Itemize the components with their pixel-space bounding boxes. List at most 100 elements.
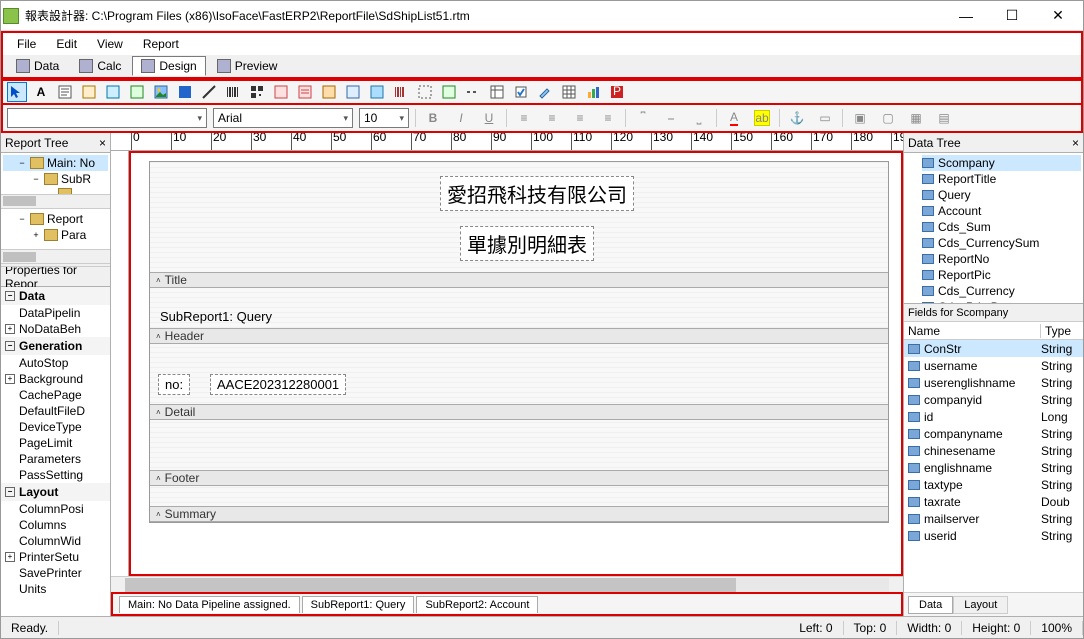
data-tree-close-icon[interactable]: × <box>1072 136 1079 150</box>
band-detail-header[interactable]: ˄Detail <box>150 404 888 420</box>
field-row[interactable]: userenglishnameString <box>904 374 1083 391</box>
dbtext-tool[interactable] <box>271 82 291 102</box>
tab-design[interactable]: Design <box>132 56 205 76</box>
dbmemo-tool[interactable] <box>295 82 315 102</box>
region-tool[interactable] <box>415 82 435 102</box>
align-center-button[interactable]: ≡ <box>541 108 563 128</box>
report-tree-lower[interactable]: −Report +Para <box>1 208 110 250</box>
field-row[interactable]: taxtypeString <box>904 476 1083 493</box>
align-justify-button[interactable]: ≡ <box>597 108 619 128</box>
band-header-header[interactable]: ˄Header <box>150 328 888 344</box>
data-tree-node[interactable]: Query <box>922 187 1081 203</box>
close-button[interactable]: ✕ <box>1035 1 1081 31</box>
data-tree[interactable]: ScompanyReportTitleQueryAccountCds_SumCd… <box>904 153 1083 303</box>
pdf-tool[interactable]: P <box>607 82 627 102</box>
subreport1-label[interactable]: SubReport1: Query <box>154 307 278 326</box>
barcode-tool[interactable] <box>223 82 243 102</box>
fontsize-combo[interactable]: 10▾ <box>359 108 409 128</box>
field-row[interactable]: mailserverString <box>904 510 1083 527</box>
highlight-button[interactable]: ab <box>751 108 773 128</box>
richtext-tool[interactable] <box>79 82 99 102</box>
tab-calc[interactable]: Calc <box>70 56 130 76</box>
fields-list[interactable]: ConStrStringusernameStringuserenglishnam… <box>904 340 1083 592</box>
band-footer-header[interactable]: ˄Footer <box>150 470 888 486</box>
font-combo[interactable]: Arial▾ <box>213 108 353 128</box>
sysvar-tool[interactable] <box>103 82 123 102</box>
field-row[interactable]: companynameString <box>904 425 1083 442</box>
subtab-main[interactable]: Main: No Data Pipeline assigned. <box>119 596 300 613</box>
paintbox-tool[interactable] <box>535 82 555 102</box>
canvas-hscroll[interactable] <box>111 576 903 592</box>
variable-tool[interactable] <box>127 82 147 102</box>
line-tool[interactable] <box>199 82 219 102</box>
design-surface[interactable]: 愛招飛科技有限公司 單據別明細表 ˄Title SubReport1: Quer… <box>129 151 903 576</box>
subtab-sr1[interactable]: SubReport1: Query <box>302 596 415 613</box>
dbbarcode-tool[interactable] <box>391 82 411 102</box>
chart-tool[interactable] <box>583 82 603 102</box>
no-label[interactable]: no: <box>158 374 190 395</box>
tab-data[interactable]: Data <box>7 56 68 76</box>
valign-middle-button[interactable]: ⎯ <box>660 108 682 128</box>
menu-edit[interactable]: Edit <box>46 35 87 53</box>
dbcalc-tool[interactable] <box>343 82 363 102</box>
field-row[interactable]: taxrateDoub <box>904 493 1083 510</box>
data-tree-node[interactable]: Cds_Sum <box>922 219 1081 235</box>
label-tool[interactable]: A <box>31 82 51 102</box>
dbimage-tool[interactable] <box>367 82 387 102</box>
valign-bottom-button[interactable]: ⎵ <box>688 108 710 128</box>
shape-tool[interactable] <box>175 82 195 102</box>
qrcode-tool[interactable] <box>247 82 267 102</box>
style-combo[interactable]: ▾ <box>7 108 207 128</box>
field-row[interactable]: useridString <box>904 527 1083 544</box>
menu-report[interactable]: Report <box>133 35 189 53</box>
report-tree[interactable]: −Main: No −SubR <box>1 153 110 194</box>
col-name[interactable]: Name <box>904 324 1041 338</box>
select-tool[interactable] <box>7 82 27 102</box>
checkbox-tool[interactable] <box>511 82 531 102</box>
report-tree-hscroll[interactable] <box>1 194 110 208</box>
band-title-header[interactable]: ˄Title <box>150 272 888 288</box>
field-row[interactable]: englishnameString <box>904 459 1083 476</box>
italic-button[interactable]: I <box>450 108 472 128</box>
valign-top-button[interactable]: ⎴ <box>632 108 654 128</box>
subreport-tool[interactable] <box>439 82 459 102</box>
rtab-data[interactable]: Data <box>908 596 953 614</box>
data-tree-node[interactable]: Cds_CurrencySum <box>922 235 1081 251</box>
pagebreak-tool[interactable] <box>463 82 483 102</box>
field-row[interactable]: usernameString <box>904 357 1083 374</box>
col-type[interactable]: Type <box>1041 324 1083 338</box>
field-row[interactable]: idLong <box>904 408 1083 425</box>
no-value[interactable]: AACE202312280001 <box>210 374 346 395</box>
subtab-sr2[interactable]: SubReport2: Account <box>416 596 538 613</box>
report-company-text[interactable]: 愛招飛科技有限公司 <box>440 176 634 211</box>
report-tree-hscroll2[interactable] <box>1 249 110 263</box>
field-row[interactable]: ConStrString <box>904 340 1083 357</box>
data-tree-node[interactable]: Scompany <box>922 155 1081 171</box>
align-right-button[interactable]: ≡ <box>569 108 591 128</box>
dbrichtext-tool[interactable] <box>319 82 339 102</box>
field-row[interactable]: chinesenameString <box>904 442 1083 459</box>
tab-preview[interactable]: Preview <box>208 56 287 76</box>
anchor-button[interactable]: ⚓ <box>786 108 808 128</box>
data-tree-node[interactable]: ReportTitle <box>922 171 1081 187</box>
border-button[interactable]: ▭ <box>814 108 836 128</box>
minimize-button[interactable]: — <box>943 1 989 31</box>
align-left-button[interactable]: ≡ <box>513 108 535 128</box>
group-button[interactable]: ▦ <box>905 108 927 128</box>
data-tree-node[interactable]: Account <box>922 203 1081 219</box>
memo-tool[interactable] <box>55 82 75 102</box>
menu-file[interactable]: File <box>7 35 46 53</box>
table-tool[interactable] <box>559 82 579 102</box>
bold-button[interactable]: B <box>422 108 444 128</box>
bring-front-button[interactable]: ▣ <box>849 108 871 128</box>
ungroup-button[interactable]: ▤ <box>933 108 955 128</box>
data-tree-node[interactable]: ReportPic <box>922 267 1081 283</box>
data-tree-node[interactable]: Cds_Currency <box>922 283 1081 299</box>
field-row[interactable]: companyidString <box>904 391 1083 408</box>
data-tree-node[interactable]: ReportNo <box>922 251 1081 267</box>
font-color-button[interactable]: A <box>723 108 745 128</box>
rtab-layout[interactable]: Layout <box>953 596 1008 614</box>
crosstab-tool[interactable] <box>487 82 507 102</box>
maximize-button[interactable]: ☐ <box>989 1 1035 31</box>
band-summary-header[interactable]: ˄Summary <box>150 506 888 522</box>
